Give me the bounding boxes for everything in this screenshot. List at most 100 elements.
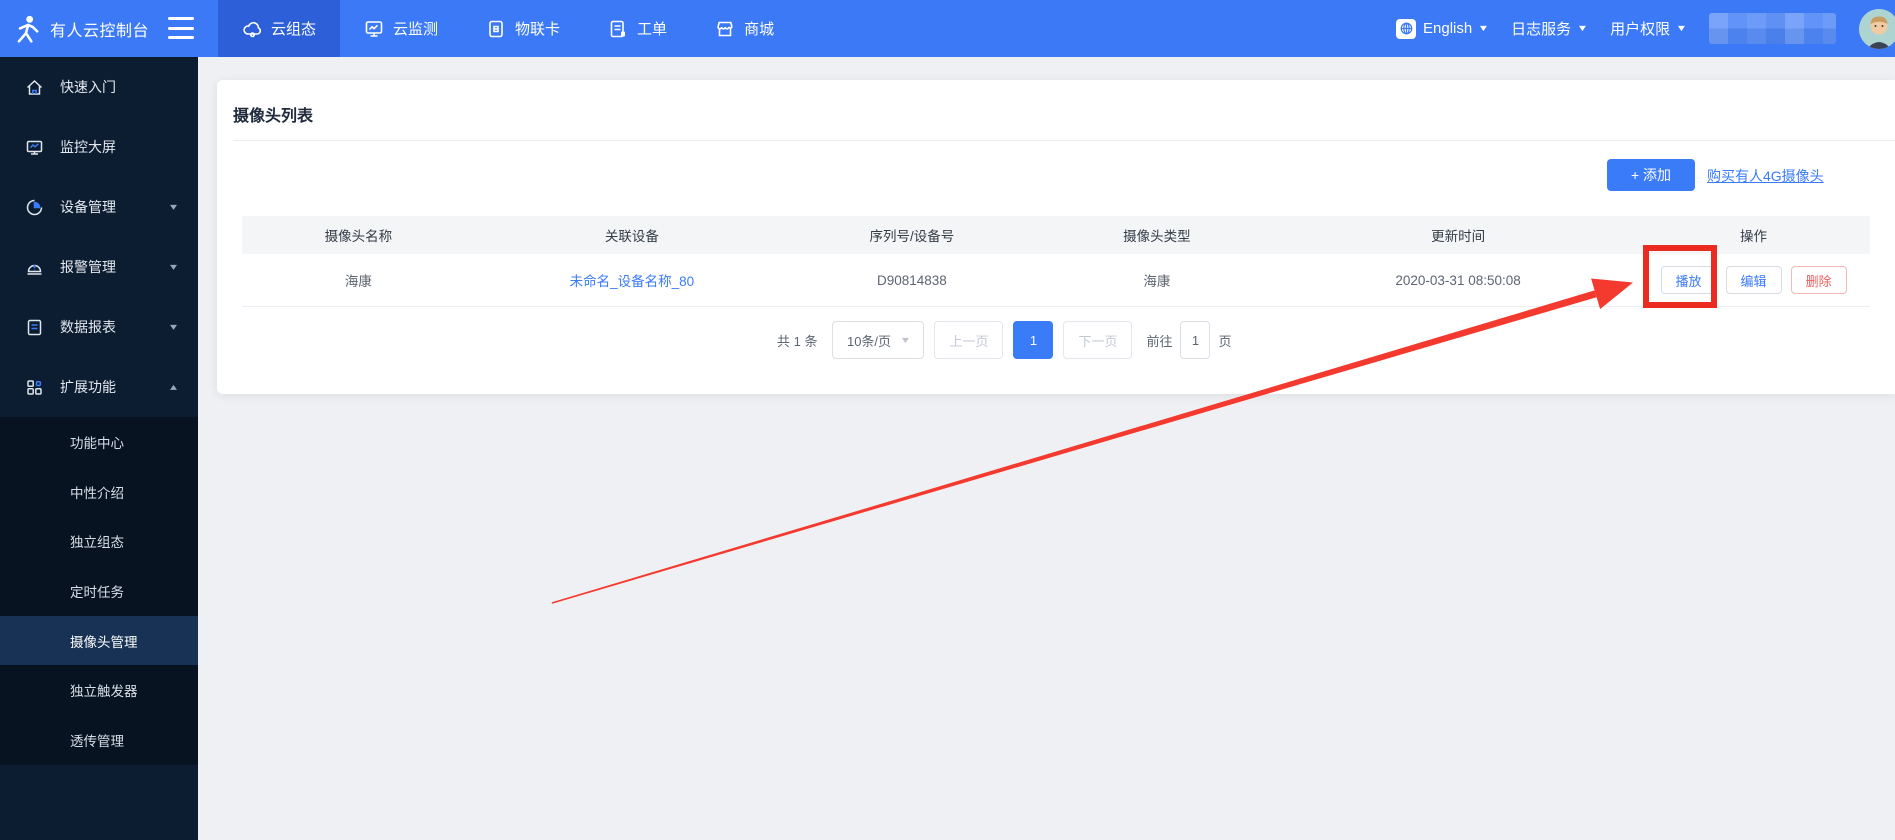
chevron-down-icon: ▼ [1477,23,1490,33]
tab-iot-card[interactable]: 物联卡 [462,0,584,57]
extended-functions-submenu: 功能中心 中性介绍 独立组态 定时任务 摄像头管理 独立触发器 透传管理 [0,417,198,765]
home-icon [26,79,43,95]
sidebar-item-independent-scada[interactable]: 独立组态 [0,516,198,566]
brand-title: 有人云控制台 [50,22,150,40]
cloud-icon [243,21,262,37]
device-link[interactable]: 未命名_设备名称_80 [570,270,695,290]
submenu-label: 摄像头管理 [70,634,138,650]
play-button[interactable]: 播放 [1660,266,1717,294]
submenu-label: 定时任务 [70,584,124,600]
alarm-icon [27,264,42,275]
sidebar-item-camera-management[interactable]: 摄像头管理 [0,615,198,666]
cell-actions: 播放 编辑 删除 [1637,254,1870,306]
chevron-down-icon: ▾ [169,321,178,333]
tab-label: 云组态 [271,21,317,38]
sidebar-item-independent-trigger[interactable]: 独立触发器 [0,665,198,715]
chevron-down-icon: ▾ [169,201,178,213]
page-size-value: 10条/页 [846,333,892,349]
add-camera-button[interactable]: + 添加 [1607,159,1695,191]
buy-4g-camera-link[interactable]: 购买有人4G摄像头 [1707,166,1824,186]
submenu-label: 独立触发器 [70,684,138,700]
submenu-label: 透传管理 [70,733,124,749]
edit-button[interactable]: 编辑 [1725,266,1782,294]
tab-work-order[interactable]: 工单 [584,0,691,57]
col-header-update-time: 更新时间 [1431,229,1486,244]
sidebar-item-neutral-intro[interactable]: 中性介绍 [0,467,198,517]
table-header-row: 摄像头名称 关联设备 序列号/设备号 摄像头类型 更新时间 操作 [242,216,1870,254]
topbar: 有人云控制台 云组态 云监测 物联卡 工单 商城 English ▼ 日志服务 … [0,0,1895,57]
sidebar-item-function-center[interactable]: 功能中心 [0,417,198,467]
goto-page-group: 前往 页 [1146,321,1232,359]
delete-button[interactable]: 删除 [1790,266,1847,294]
sidebar-item-label: 快速入门 [60,79,116,95]
sidebar-item-label: 监控大屏 [60,139,116,155]
page-title: 摄像头列表 [233,108,314,125]
topbar-right: English ▼ 日志服务 ▼ 用户权限 ▼ [1396,0,1895,57]
work-order-icon [610,20,626,37]
big-screen-icon [26,140,43,155]
col-header-camera-type: 摄像头类型 [1123,229,1191,244]
sidebar-item-label: 设备管理 [60,199,116,215]
tab-label: 工单 [637,21,668,38]
sidebar-item-monitor-screen[interactable]: 监控大屏 [0,117,198,177]
user-permission-label: 用户权限 [1610,21,1671,38]
monitor-chart-icon [365,20,383,37]
usr-person-logo-icon [17,15,39,43]
avatar[interactable] [1859,8,1895,49]
tab-mall[interactable]: 商城 [691,0,798,57]
camera-table: 摄像头名称 关联设备 序列号/设备号 摄像头类型 更新时间 操作 海康 未命名_… [242,216,1870,307]
submenu-label: 中性介绍 [70,485,124,501]
sidebar: 快速入门 监控大屏 设备管理 ▾ 报警管理 ▾ 数据报表 ▾ 扩展功能 ▴ 功能… [0,57,198,840]
sidebar-item-label: 数据报表 [60,319,116,335]
divider [233,140,1895,141]
language-label: English [1423,20,1473,37]
log-service-label: 日志服务 [1511,21,1572,38]
top-nav-tabs: 云组态 云监测 物联卡 工单 商城 [218,0,798,57]
user-permission-dropdown[interactable]: 用户权限 ▼ [1610,18,1688,39]
total-count-label: 共 1 条 [777,333,818,349]
col-header-camera-name: 摄像头名称 [324,229,393,244]
goto-prefix-label: 前往 [1146,333,1173,349]
camera-list-card: 摄像头列表 + 添加 购买有人4G摄像头 摄像头名称 关联设备 序列号/设备号 … [217,80,1895,394]
app-root: 有人云控制台 云组态 云监测 物联卡 工单 商城 English ▼ 日志服务 … [0,0,1895,840]
sidebar-item-alarm-management[interactable]: 报警管理 ▾ [0,237,198,297]
globe-icon [1396,18,1416,39]
tab-label: 商城 [744,21,775,38]
chevron-down-icon: ▼ [899,335,912,345]
sidebar-item-data-report[interactable]: 数据报表 ▾ [0,297,198,357]
chevron-down-icon: ▾ [169,261,178,273]
submenu-label: 功能中心 [70,435,124,451]
page-size-select[interactable]: 10条/页 ▼ [832,321,925,359]
sidebar-item-quick-start[interactable]: 快速入门 [0,57,198,117]
brand: 有人云控制台 [12,0,149,57]
hamburger-menu-icon[interactable] [168,17,194,39]
page-1-button[interactable]: 1 [1013,321,1054,359]
sidebar-item-scheduled-tasks[interactable]: 定时任务 [0,566,198,616]
cell-linked-device: 未命名_设备名称_80 [475,254,789,306]
sim-card-icon [489,20,503,37]
tab-label: 物联卡 [515,21,561,38]
prev-page-button[interactable]: 上一页 [934,321,1004,359]
tab-label: 云监测 [393,21,439,38]
sidebar-item-label: 报警管理 [60,259,116,275]
store-icon [717,21,733,36]
cell-serial: D90814838 [876,272,947,288]
goto-suffix-label: 页 [1218,333,1232,349]
log-service-dropdown[interactable]: 日志服务 ▼ [1511,18,1589,39]
pie-device-icon [26,199,43,215]
goto-page-input[interactable] [1180,321,1211,359]
col-header-operation: 操作 [1740,229,1768,244]
sidebar-item-extended-functions[interactable]: 扩展功能 ▴ [0,357,198,417]
sidebar-item-passthrough-management[interactable]: 透传管理 [0,715,198,765]
chevron-down-icon: ▼ [1675,23,1688,33]
language-dropdown[interactable]: English ▼ [1396,18,1490,39]
sidebar-item-device-management[interactable]: 设备管理 ▾ [0,177,198,237]
next-page-button[interactable]: 下一页 [1063,321,1133,359]
tab-cloud-monitor[interactable]: 云监测 [340,0,462,57]
tab-cloud-scada[interactable]: 云组态 [218,0,341,57]
col-header-linked-device: 关联设备 [604,229,659,244]
cell-update-time: 2020-03-31 08:50:08 [1395,272,1521,288]
cell-camera-type: 海康 [1143,274,1171,289]
report-icon [27,319,42,335]
chevron-down-icon: ▼ [1576,23,1589,33]
